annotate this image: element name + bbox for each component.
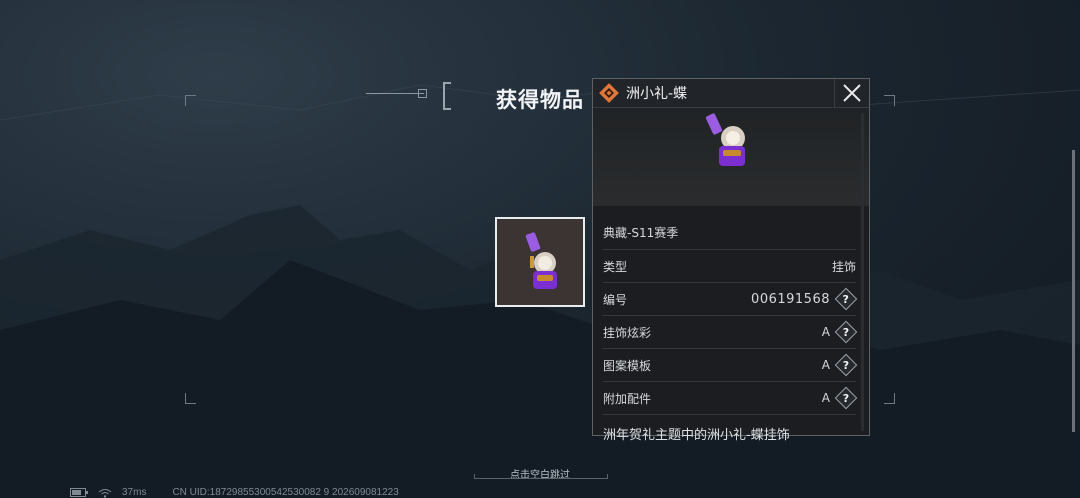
item-detail-panel: 洲小礼-蝶 典藏-S11赛季 类型 挂饰 编号 006191568 ? 挂饰炫彩… (592, 78, 870, 443)
detail-row-serial: 编号 006191568 ? (603, 283, 856, 316)
detail-row-attachment: 附加配件 A ? (603, 382, 856, 415)
detail-label: 挂饰炫彩 (603, 325, 652, 340)
detail-value: 006191568 (751, 291, 830, 307)
detail-label: 编号 (603, 292, 628, 307)
title-decoration-line (366, 93, 424, 94)
wifi-icon (98, 488, 112, 498)
detail-label: 典藏-S11赛季 (603, 226, 679, 240)
close-icon (843, 84, 861, 102)
help-icon[interactable]: ? (838, 357, 854, 373)
charm-image (525, 232, 557, 289)
detail-value: A (821, 358, 830, 372)
item-description: 洲年贺礼主题中的洲小礼-蝶挂饰 (603, 428, 790, 443)
item-name: 洲小礼-蝶 (626, 86, 688, 102)
detail-value: 挂饰 (831, 259, 856, 274)
detail-label: 附加配件 (603, 391, 652, 406)
scrollbar-thumb[interactable] (1072, 150, 1075, 432)
hud-corner (185, 393, 196, 404)
detail-row-type: 类型 挂饰 (603, 250, 856, 283)
status-bar: 37ms CN UID:18729855300542530082 9 20260… (70, 487, 409, 498)
page-title: 获得物品 (496, 88, 584, 112)
close-button[interactable] (834, 79, 869, 107)
detail-row-collection: 典藏-S11赛季 (603, 216, 856, 250)
help-icon[interactable]: ? (838, 291, 854, 307)
help-icon[interactable]: ? (838, 324, 854, 340)
battery-icon (70, 488, 88, 497)
detail-label: 类型 (603, 259, 628, 274)
charm-preview-image (705, 113, 745, 166)
ping-text: 37ms (122, 487, 147, 498)
hud-corner (884, 95, 895, 106)
item-details-list: 典藏-S11赛季 类型 挂饰 编号 006191568 ? 挂饰炫彩 A ? 图… (603, 216, 856, 443)
scrollbar-track[interactable] (861, 113, 864, 431)
detail-value: A (821, 391, 830, 405)
hud-corner (884, 393, 895, 404)
detail-row-pattern: 图案模板 A ? (603, 349, 856, 382)
help-icon[interactable]: ? (838, 390, 854, 406)
rarity-diamond-icon (599, 83, 619, 103)
skip-hint-underline (474, 474, 608, 479)
detail-value: A (821, 325, 830, 339)
item-preview (593, 108, 869, 206)
detail-label: 图案模板 (603, 358, 652, 373)
title-bracket (443, 82, 451, 110)
title-decoration-box (418, 89, 427, 98)
item-thumbnail[interactable] (495, 217, 585, 307)
hud-corner (185, 95, 196, 106)
panel-header: 洲小礼-蝶 (593, 79, 869, 108)
uid-text: CN UID:18729855300542530082 9 2026090812… (172, 487, 399, 498)
detail-row-color: 挂饰炫彩 A ? (603, 316, 856, 349)
